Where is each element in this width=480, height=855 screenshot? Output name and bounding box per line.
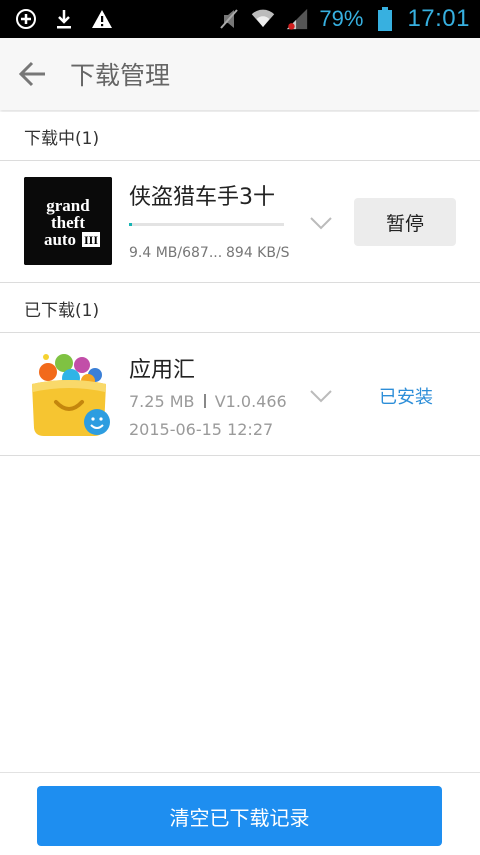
- list-item-downloading[interactable]: grand theft auto III 侠盗猎车手3十 9.4 MB/687.…: [0, 161, 480, 283]
- appchina-logo: [24, 350, 114, 440]
- download-progress-bar: [129, 223, 284, 226]
- add-circle-icon: [14, 8, 38, 30]
- app-bar: 下载管理: [0, 38, 480, 110]
- back-button[interactable]: [18, 60, 50, 90]
- download-speed: 894 KB/S: [226, 245, 290, 261]
- divider: [203, 394, 206, 408]
- app-size: 7.25 MB: [129, 392, 195, 411]
- arrow-left-icon: [18, 61, 45, 87]
- chevron-down-icon[interactable]: [309, 388, 333, 404]
- battery-icon: [373, 7, 397, 31]
- mute-icon: [217, 8, 241, 30]
- bottom-bar: 清空已下载记录: [0, 772, 480, 855]
- download-icon: [52, 8, 76, 30]
- app-size-version: 7.25 MB V1.0.4668: [129, 392, 287, 411]
- download-size-progress: 9.4 MB/687...: [129, 245, 223, 261]
- signal-icon: [285, 8, 309, 30]
- app-name: 侠盗猎车手3十: [129, 185, 275, 210]
- clock: 17:01: [407, 5, 470, 32]
- app-version: V1.0.4668: [214, 392, 287, 411]
- download-progress-fill: [129, 223, 133, 226]
- list-item-downloaded[interactable]: 应用汇 7.25 MB V1.0.4668 2015-06-15 12:27 已…: [0, 334, 480, 456]
- section-header-downloaded: 已下载(1): [0, 284, 480, 333]
- svg-text:auto: auto: [44, 230, 76, 249]
- download-date: 2015-06-15 12:27: [129, 420, 274, 439]
- gta3-logo: grand theft auto III: [24, 177, 112, 265]
- app-name: 应用汇: [129, 358, 196, 383]
- section-header-downloading: 下载中(1): [0, 112, 480, 161]
- chevron-down-icon[interactable]: [309, 215, 333, 231]
- svg-text:III: III: [84, 233, 98, 247]
- clear-download-records-button[interactable]: 清空已下载记录: [37, 786, 442, 846]
- downloading-header-label: 下载中(1): [24, 129, 100, 149]
- installed-status-label[interactable]: 已安装: [364, 383, 448, 409]
- downloaded-header-label: 已下载(1): [24, 301, 100, 321]
- warning-icon: [90, 8, 114, 30]
- status-bar: 79% 17:01: [0, 0, 480, 38]
- battery-percent: 79%: [319, 6, 364, 31]
- wifi-icon: [251, 8, 275, 30]
- pause-button[interactable]: 暂停: [354, 198, 456, 246]
- page-title: 下载管理: [70, 61, 171, 90]
